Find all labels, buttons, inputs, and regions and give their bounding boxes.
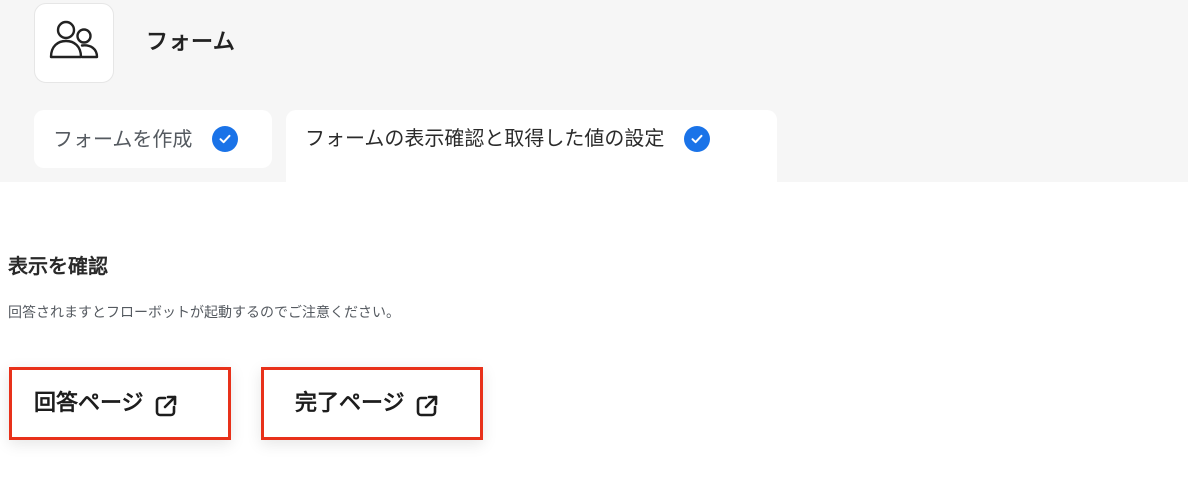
check-circle-icon bbox=[212, 126, 239, 152]
tab-label: フォームを作成 bbox=[53, 127, 193, 151]
answer-page-button[interactable]: 回答ページ bbox=[9, 367, 231, 440]
top-panel: フォーム フォームを作成 フォームの表示確認と取得した値の設定 bbox=[0, 0, 1188, 182]
app-title: フォーム bbox=[146, 30, 236, 55]
users-icon bbox=[49, 19, 99, 67]
section-title: 表示を確認 bbox=[8, 254, 108, 278]
check-circle-icon bbox=[684, 126, 711, 152]
tab-display-check-settings[interactable]: フォームの表示確認と取得した値の設定 bbox=[286, 110, 777, 182]
complete-page-button[interactable]: 完了ページ bbox=[261, 367, 483, 440]
complete-page-label: 完了ページ bbox=[295, 390, 405, 416]
section-description: 回答されますとフローボットが起動するのでご注意ください。 bbox=[8, 305, 400, 321]
app-icon-container bbox=[34, 3, 114, 83]
tab-create-form[interactable]: フォームを作成 bbox=[34, 110, 272, 168]
external-link-icon bbox=[415, 394, 439, 418]
answer-page-label: 回答ページ bbox=[34, 390, 144, 416]
tab-label: フォームの表示確認と取得した値の設定 bbox=[305, 126, 665, 150]
external-link-icon bbox=[154, 394, 178, 418]
